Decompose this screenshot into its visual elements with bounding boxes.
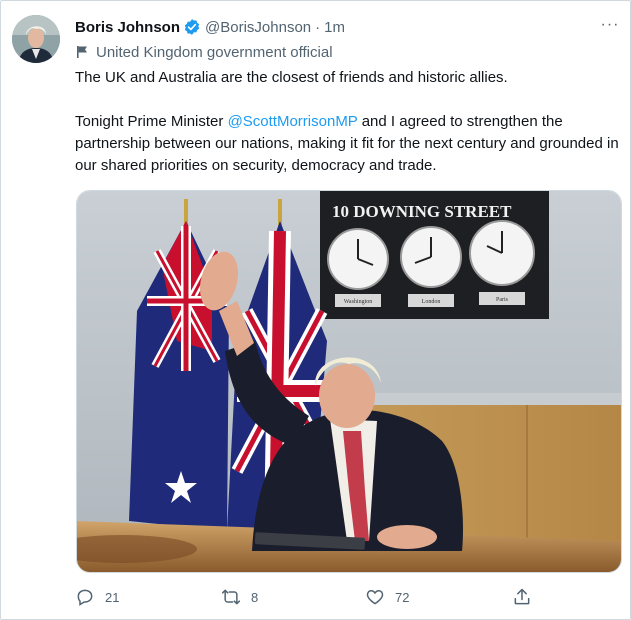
retweet-count: 8 — [251, 589, 259, 605]
clock-label-london: London — [422, 299, 441, 305]
tweet-actions: 21 8 72 — [75, 583, 620, 611]
verified-badge-icon — [183, 18, 201, 36]
tweet-text-paragraph2: Tonight Prime Minister @ScottMorrisonMP … — [75, 111, 620, 177]
more-options-icon[interactable]: ··· — [599, 16, 621, 38]
tweet-header: Boris Johnson @BorisJohnson · 1m — [75, 16, 619, 38]
retweet-icon — [221, 589, 241, 605]
clock-london: London — [400, 226, 462, 307]
separator-dot: · — [315, 18, 321, 36]
flag-icon — [75, 44, 91, 60]
share-icon — [514, 588, 530, 605]
like-count: 72 — [395, 589, 410, 605]
clock-label-washington: Washington — [344, 299, 373, 305]
author-handle[interactable]: @BorisJohnson — [205, 19, 311, 36]
avatar[interactable] — [12, 15, 60, 63]
heart-icon — [366, 590, 384, 605]
timestamp[interactable]: 1m — [324, 19, 345, 36]
clock-paris: Paris — [469, 220, 535, 305]
affiliation-label: United Kingdom government official — [75, 42, 333, 62]
reply-icon — [77, 589, 93, 606]
tweet-text-line1: The UK and Australia are the closest of … — [75, 69, 508, 86]
author-name[interactable]: Boris Johnson — [75, 19, 180, 36]
tweet-text-p2-start: Tonight Prime Minister — [75, 113, 228, 130]
tweet-photo[interactable]: 10 DOWNING STREET Washington London Pari… — [76, 190, 622, 573]
retweet-button[interactable]: 8 — [221, 583, 258, 611]
reply-button[interactable]: 21 — [75, 583, 119, 611]
mention-link[interactable]: @ScottMorrisonMP — [228, 113, 358, 130]
clock-label-paris: Paris — [496, 297, 509, 303]
tweet-text: The UK and Australia are the closest of … — [75, 67, 620, 177]
like-button[interactable]: 72 — [365, 583, 409, 611]
sign-text: 10 DOWNING STREET — [332, 202, 512, 221]
share-button[interactable] — [512, 583, 542, 611]
affiliation-text: United Kingdom government official — [96, 43, 333, 61]
clock-washington: Washington — [327, 228, 389, 307]
reply-count: 21 — [105, 589, 120, 605]
